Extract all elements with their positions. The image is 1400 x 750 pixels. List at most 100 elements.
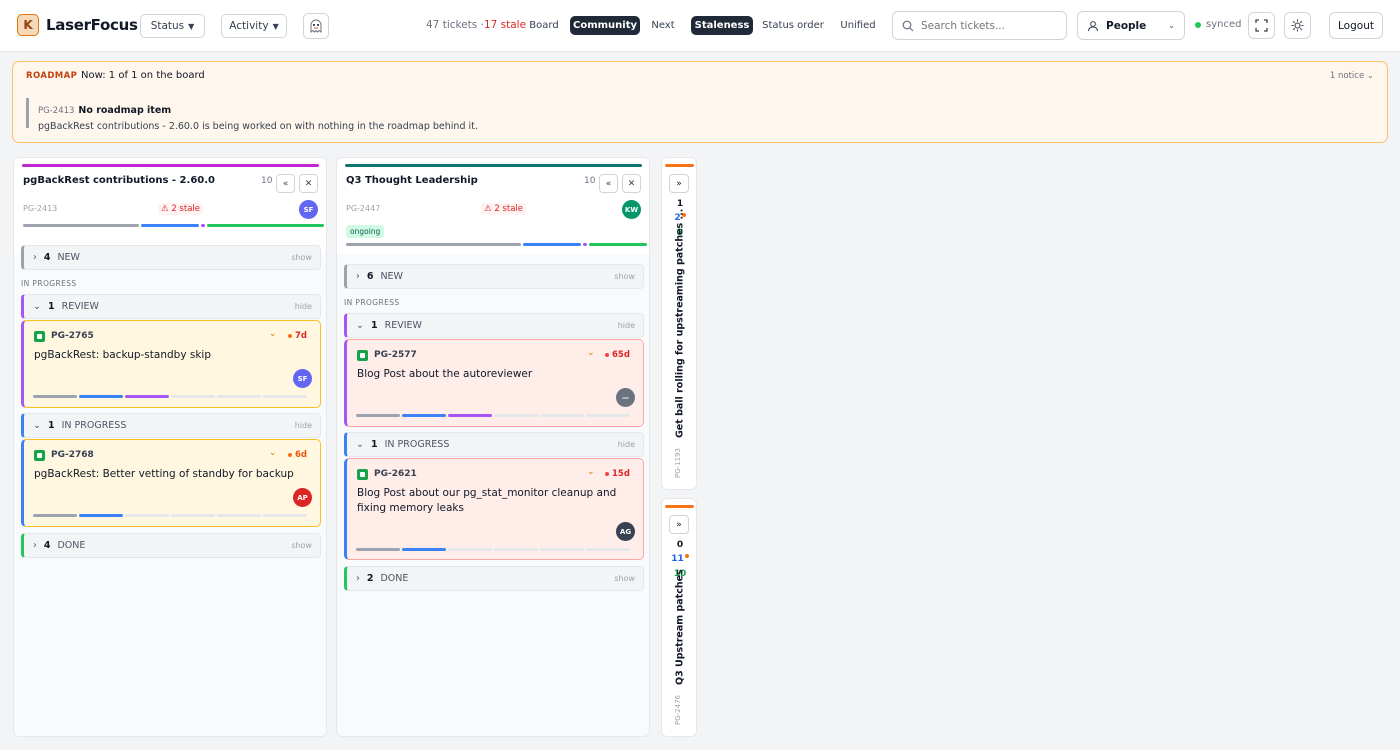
close-column-button[interactable]: ✕ <box>299 174 318 193</box>
chevron-down-icon[interactable]: ⌄ <box>269 448 277 458</box>
ticket-title: pgBackRest: Better vetting of standby fo… <box>34 468 294 480</box>
ghost-icon <box>310 19 322 33</box>
group-new[interactable]: › 6 NEW show <box>344 264 644 289</box>
chevron-down-icon[interactable]: ⌄ <box>587 348 595 358</box>
roadmap-panel: ROADMAP Now: 1 of 1 on the board 1 notic… <box>12 61 1388 143</box>
ghost-button[interactable] <box>303 13 329 39</box>
board-column: Q3 Thought Leadership 10 « ✕ PG-2447 ⚠ 2… <box>336 157 650 737</box>
chevron-down-icon: ⌄ <box>356 439 364 450</box>
status-dropdown[interactable]: Status ▼ <box>140 14 205 38</box>
section-label: IN PROGRESS <box>344 298 400 307</box>
avatar[interactable]: AP <box>293 488 312 507</box>
story-icon <box>34 450 45 461</box>
sync-status: synced <box>1195 19 1241 30</box>
activity-dropdown[interactable]: Activity ▼ <box>221 14 287 38</box>
ticket-card[interactable]: PG-2577 ⌄ 65d Blog Post about the autore… <box>344 339 644 427</box>
column-count: 10 <box>261 176 273 186</box>
logout-button[interactable]: Logout <box>1329 12 1383 39</box>
group-done[interactable]: › 2 DONE show <box>344 566 644 591</box>
chevron-down-icon[interactable]: ⌄ <box>587 467 595 477</box>
view-next[interactable]: Next <box>646 16 680 35</box>
view-board[interactable]: Board <box>525 16 563 35</box>
group-toggle[interactable]: show <box>614 272 635 281</box>
group-done[interactable]: › 4 DONE show <box>21 533 321 558</box>
column-id[interactable]: PG-2476 <box>674 695 682 725</box>
sort-staleness[interactable]: Staleness <box>691 16 753 35</box>
group-toggle[interactable]: show <box>614 574 635 583</box>
story-icon <box>357 469 368 480</box>
avatar[interactable]: — <box>616 388 635 407</box>
group-review[interactable]: ⌄ 1 REVIEW hide <box>21 294 321 319</box>
column-count: 10 <box>584 176 596 186</box>
group-new[interactable]: › 4 NEW show <box>21 245 321 270</box>
ticket-card[interactable]: PG-2765 ⌄ 7d pgBackRest: backup-standby … <box>21 320 321 408</box>
group-toggle[interactable]: show <box>291 541 312 550</box>
group-toggle[interactable]: hide <box>295 302 312 311</box>
collapse-column-button[interactable]: « <box>599 174 618 193</box>
fullscreen-button[interactable] <box>1248 12 1275 39</box>
chevron-down-icon: ⌄ <box>33 420 41 431</box>
sun-icon <box>1291 19 1304 32</box>
section-label: IN PROGRESS <box>21 279 77 288</box>
stale-dot-icon <box>605 353 609 357</box>
avatar[interactable]: AG <box>616 522 635 541</box>
ticket-age: 15d <box>605 469 630 479</box>
avatar[interactable]: SF <box>293 369 312 388</box>
column-title: Q3 Upstream patches <box>674 569 686 685</box>
view-community[interactable]: Community <box>570 16 640 35</box>
people-dropdown[interactable]: People ⌄ <box>1077 11 1185 40</box>
column-id[interactable]: PG-2413 <box>23 204 57 213</box>
avatar[interactable]: KW <box>622 200 641 219</box>
collapsed-column[interactable]: » 1 2 3 Get ball rolling for upstreaming… <box>661 157 697 490</box>
progress-bar <box>33 395 307 398</box>
ticket-age: 7d <box>288 331 307 341</box>
progress-bar <box>33 514 307 517</box>
sort-unified[interactable]: Unified <box>835 16 881 35</box>
group-toggle[interactable]: hide <box>618 440 635 449</box>
chevrons-left-icon: « <box>282 178 289 189</box>
roadmap-item-description: pgBackRest contributions - 2.60.0 is bei… <box>38 121 478 132</box>
ticket-title: Blog Post about the autoreviewer <box>357 368 533 380</box>
sort-status-order[interactable]: Status order <box>760 16 826 35</box>
ticket-card[interactable]: PG-2768 ⌄ 6d pgBackRest: Better vetting … <box>21 439 321 527</box>
tag-badge: ongoing <box>346 225 385 238</box>
notice-dropdown[interactable]: 1 notice ⌄ <box>1330 71 1374 81</box>
avatar[interactable]: SF <box>299 200 318 219</box>
search-box <box>892 11 1067 40</box>
group-toggle[interactable]: hide <box>295 421 312 430</box>
chevron-right-icon: › <box>33 540 37 551</box>
stale-count: 17 stale <box>483 19 527 31</box>
chevron-down-icon[interactable]: ⌄ <box>269 329 277 339</box>
count-new: 1 <box>676 199 684 209</box>
theme-toggle-button[interactable] <box>1284 12 1311 39</box>
close-column-button[interactable]: ✕ <box>622 174 641 193</box>
expand-column-button[interactable]: » <box>669 174 689 193</box>
ticket-card[interactable]: PG-2621 ⌄ 15d Blog Post about our pg_sta… <box>344 458 644 560</box>
roadmap-item: PG-2413 No roadmap item pgBackRest contri… <box>26 98 478 132</box>
fullscreen-icon <box>1255 19 1268 32</box>
roadmap-item-id[interactable]: PG-2413 <box>38 106 74 116</box>
chevron-right-icon: › <box>356 271 360 282</box>
search-input[interactable] <box>921 19 1061 32</box>
count-new: 0 <box>676 540 684 550</box>
stale-badge: ⚠ 2 stale <box>481 203 526 215</box>
group-review[interactable]: ⌄ 1 REVIEW hide <box>344 313 644 338</box>
chevron-down-icon: ⌄ <box>1366 71 1374 81</box>
group-toggle[interactable]: show <box>291 253 312 262</box>
group-toggle[interactable]: hide <box>618 321 635 330</box>
expand-column-button[interactable]: » <box>669 515 689 534</box>
collapse-column-button[interactable]: « <box>276 174 295 193</box>
logo[interactable]: K LaserFocus <box>17 14 138 36</box>
stale-dot-icon <box>684 554 689 558</box>
collapsed-column[interactable]: » 0 11 10 Q3 Upstream patches PG-2476 <box>661 498 697 737</box>
count-in-progress: 11 <box>662 554 698 564</box>
roadmap-now: Now: 1 of 1 on the board <box>81 70 205 81</box>
column-id[interactable]: PG-2447 <box>346 204 380 213</box>
ticket-id: PG-2765 <box>51 331 94 341</box>
group-in-progress[interactable]: ⌄ 1 IN PROGRESS hide <box>21 413 321 438</box>
chevron-down-icon: ▼ <box>272 21 279 31</box>
board-column: pgBackRest contributions - 2.60.0 10 « ✕… <box>13 157 327 737</box>
group-in-progress[interactable]: ⌄ 1 IN PROGRESS hide <box>344 432 644 457</box>
progress-bar <box>346 243 647 246</box>
column-id[interactable]: PG-1193 <box>674 448 682 478</box>
